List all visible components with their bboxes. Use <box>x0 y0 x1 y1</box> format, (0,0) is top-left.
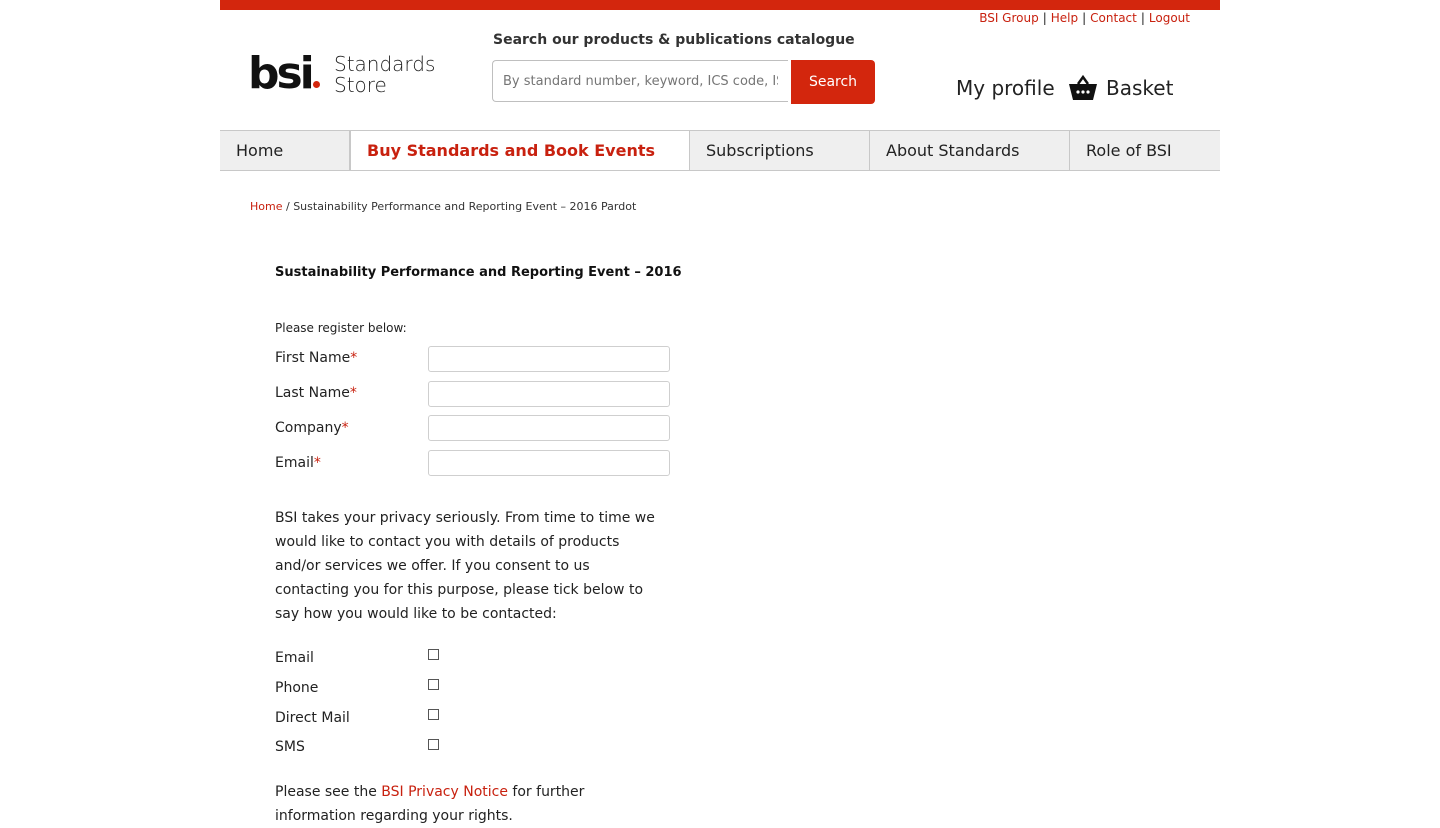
email-field[interactable] <box>428 450 670 476</box>
logout-link[interactable]: Logout <box>1149 11 1190 25</box>
email-label: Email* <box>275 455 321 471</box>
utility-links: BSI Group | Help | Contact | Logout <box>979 11 1190 25</box>
nav-item-home[interactable]: Home <box>220 131 350 170</box>
breadcrumb: Home / Sustainability Performance and Re… <box>250 200 636 213</box>
form-intro: Please register below: <box>275 321 407 335</box>
brand-top-bar <box>220 0 1220 10</box>
logo-dot <box>312 81 320 88</box>
contact-phone-label: Phone <box>275 680 319 696</box>
breadcrumb-current: Sustainability Performance and Reporting… <box>293 200 637 213</box>
nav-item-buy-standards[interactable]: Buy Standards and Book Events <box>350 131 690 170</box>
search-label: Search our products & publications catal… <box>493 32 855 48</box>
privacy-notice-link[interactable]: BSI Privacy Notice <box>381 784 508 800</box>
contact-sms-label: SMS <box>275 739 305 755</box>
required-marker: * <box>341 420 349 436</box>
basket-link[interactable]: Basket <box>1106 76 1173 100</box>
breadcrumb-home[interactable]: Home <box>250 200 282 213</box>
contact-direct-mail-label: Direct Mail <box>275 710 350 726</box>
store-label: Standards Store <box>334 52 436 97</box>
privacy-statement: BSI takes your privacy seriously. From t… <box>275 510 655 622</box>
bsi-logo[interactable]: bsi Standards Store <box>248 52 435 96</box>
contact-sms-checkbox[interactable] <box>428 739 439 750</box>
first-name-field[interactable] <box>428 346 670 372</box>
last-name-field[interactable] <box>428 381 670 407</box>
first-name-label: First Name* <box>275 350 358 366</box>
logo-wordmark: bsi <box>248 48 315 99</box>
search-input[interactable] <box>492 60 788 102</box>
privacy-notice-text: Please see the BSI Privacy Notice for fu… <box>275 784 585 824</box>
basket-icon[interactable] <box>1068 74 1098 106</box>
page-title: Sustainability Performance and Reporting… <box>275 265 682 280</box>
required-marker: * <box>313 455 321 471</box>
search-button[interactable]: Search <box>791 60 875 104</box>
contact-email-checkbox[interactable] <box>428 649 439 660</box>
bsi-group-link[interactable]: BSI Group <box>979 11 1039 25</box>
breadcrumb-separator: / <box>285 200 290 213</box>
contact-direct-mail-checkbox[interactable] <box>428 709 439 720</box>
contact-phone-checkbox[interactable] <box>428 679 439 690</box>
nav-item-subscriptions[interactable]: Subscriptions <box>690 131 870 170</box>
nav-item-about-standards[interactable]: About Standards <box>870 131 1070 170</box>
contact-email-label: Email <box>275 650 314 666</box>
help-link[interactable]: Help <box>1051 11 1078 25</box>
contact-link[interactable]: Contact <box>1090 11 1137 25</box>
required-marker: * <box>349 385 357 401</box>
main-nav: Home Buy Standards and Book Events Subsc… <box>220 130 1220 171</box>
company-field[interactable] <box>428 415 670 441</box>
required-marker: * <box>350 350 358 366</box>
company-label: Company* <box>275 420 349 436</box>
my-profile-link[interactable]: My profile <box>956 76 1055 100</box>
nav-item-role-of-bsi[interactable]: Role of BSI <box>1070 131 1220 170</box>
last-name-label: Last Name* <box>275 385 357 401</box>
